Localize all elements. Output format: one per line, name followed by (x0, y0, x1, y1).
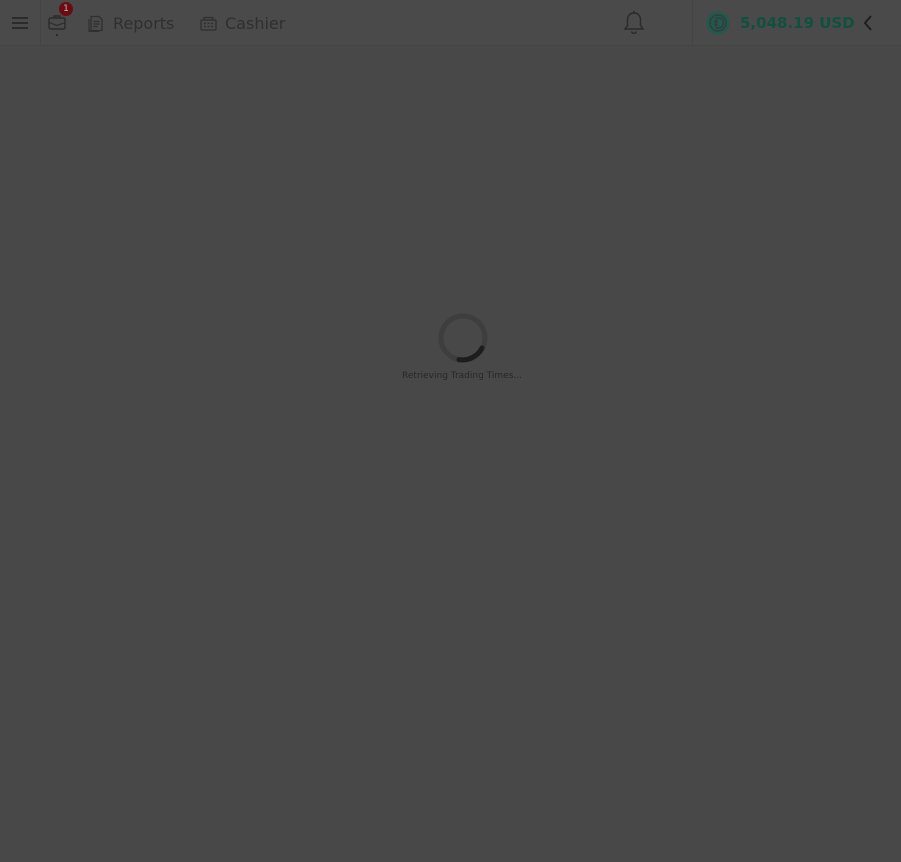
active-indicator (56, 34, 58, 36)
nav-cashier[interactable]: Cashier (200, 0, 285, 46)
bell-icon[interactable] (622, 10, 646, 36)
account-divider (692, 0, 693, 46)
menu-button[interactable] (0, 0, 41, 46)
loading-spinner (438, 313, 488, 363)
reports-icon (88, 15, 103, 32)
top-header: 1 Reports Cashier 5,048.19 USD (0, 0, 901, 46)
nav-reports-label: Reports (113, 13, 175, 33)
cashier-icon (200, 16, 217, 31)
notification-count-badge: 1 (59, 2, 73, 16)
account-balance[interactable]: 5,048.19 USD (740, 0, 855, 46)
briefcase-icon (48, 15, 66, 30)
usd-coin-icon[interactable] (706, 11, 730, 35)
menu-icon-line (12, 22, 28, 24)
menu-icon-line (12, 27, 28, 29)
chevron-left-icon[interactable] (860, 13, 876, 33)
menu-icon-line (12, 17, 28, 19)
nav-cashier-label: Cashier (225, 13, 286, 33)
loading-message: Retrieving Trading Times... (402, 371, 522, 381)
nav-reports[interactable]: Reports (88, 0, 174, 46)
